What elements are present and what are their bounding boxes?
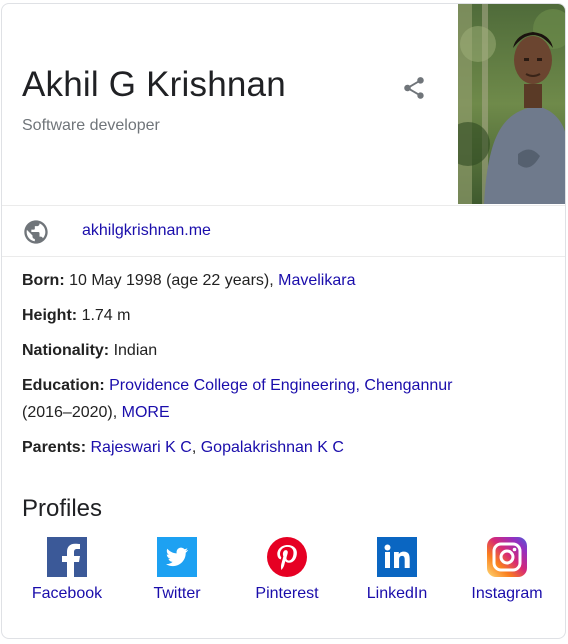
panel-header: Akhil G Krishnan Software developer <box>2 4 565 205</box>
fact-value: Indian <box>113 342 158 359</box>
profile-instagram[interactable]: Instagram <box>452 537 562 603</box>
fact-label: Nationality: <box>22 342 110 359</box>
profile-label: LinkedIn <box>366 585 428 602</box>
profile-label: Instagram <box>471 585 543 602</box>
instagram-icon <box>487 537 527 577</box>
facts-section: Born: 10 May 1998 (age 22 years), Maveli… <box>22 267 552 461</box>
person-photo[interactable] <box>458 4 565 204</box>
share-button[interactable] <box>400 74 428 102</box>
fact-value: (2016–2020), <box>22 404 122 421</box>
fact-born: Born: 10 May 1998 (age 22 years), Maveli… <box>22 267 552 294</box>
profile-linkedin[interactable]: LinkedIn <box>342 537 452 603</box>
profile-facebook[interactable]: Facebook <box>12 537 122 603</box>
profile-label: Pinterest <box>255 585 319 602</box>
profiles-row: Facebook Twitter Pinterest LinkedIn Inst… <box>2 537 565 617</box>
fact-value: 10 May 1998 (age 22 years), <box>69 272 279 289</box>
person-photo-image <box>458 4 565 204</box>
birthplace-link[interactable]: Mavelikara <box>278 272 355 289</box>
college-link[interactable]: Providence College of Engineering, Cheng… <box>109 377 452 394</box>
fact-education: Education: Providence College of Enginee… <box>22 372 552 426</box>
fact-label: Born: <box>22 272 65 289</box>
knowledge-panel: Akhil G Krishnan Software developer akhi… <box>1 3 566 639</box>
website-link[interactable]: akhilgkrishnan.me <box>82 222 211 240</box>
parent-link[interactable]: Gopalakrishnan K C <box>201 439 344 456</box>
profile-label: Twitter <box>153 585 201 602</box>
twitter-icon <box>157 537 197 577</box>
fact-label: Education: <box>22 377 105 394</box>
website-row: akhilgkrishnan.me <box>2 206 565 256</box>
person-subtitle: Software developer <box>22 117 160 134</box>
person-name: Akhil G Krishnan <box>22 65 286 104</box>
fact-label: Parents: <box>22 439 87 456</box>
separator: , <box>191 439 201 456</box>
fact-height: Height: 1.74 m <box>22 302 552 329</box>
fact-label: Height: <box>22 307 78 324</box>
profiles-title: Profiles <box>22 495 103 522</box>
parent-link[interactable]: Rajeswari K C <box>90 439 191 456</box>
profile-twitter[interactable]: Twitter <box>122 537 232 603</box>
fact-value: 1.74 m <box>81 307 131 324</box>
pinterest-icon <box>267 537 307 577</box>
fact-parents: Parents: Rajeswari K C, Gopalakrishnan K… <box>22 434 552 461</box>
share-icon <box>404 77 424 99</box>
education-more-link[interactable]: MORE <box>122 404 170 421</box>
facebook-icon <box>47 537 87 577</box>
divider <box>2 256 565 257</box>
profile-pinterest[interactable]: Pinterest <box>232 537 342 603</box>
linkedin-icon <box>377 537 417 577</box>
profile-label: Facebook <box>31 585 103 602</box>
globe-icon <box>24 220 48 244</box>
fact-nationality: Nationality: Indian <box>22 337 552 364</box>
